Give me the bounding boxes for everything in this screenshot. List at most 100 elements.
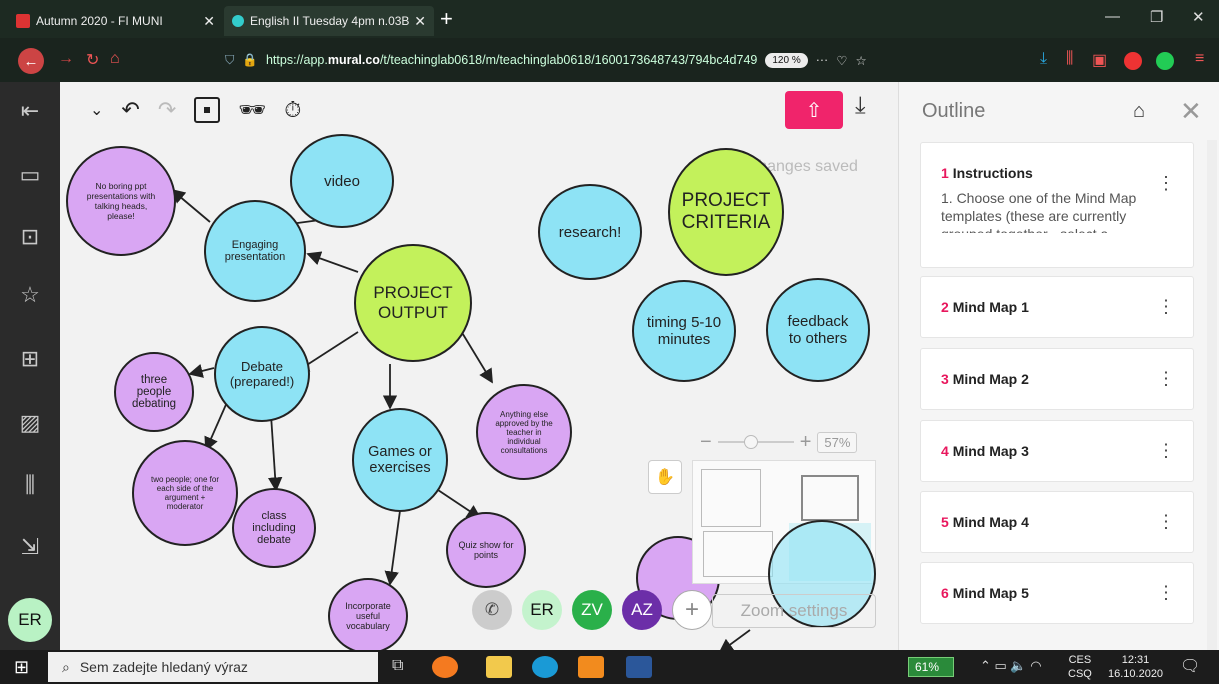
edge-icon[interactable] <box>532 656 558 678</box>
zoom-in-icon[interactable]: + <box>800 431 812 454</box>
page-actions-menu-icon[interactable]: ··· <box>816 53 829 67</box>
outline-toggle-icon[interactable] <box>194 97 221 123</box>
undo-icon[interactable]: ↶ <box>121 97 139 123</box>
minimize-icon[interactable]: — <box>1105 8 1120 25</box>
tab-english-ii[interactable]: English II Tuesday 4pm n.03B ✕ <box>224 6 434 36</box>
outline-item-number: 1 <box>941 165 949 181</box>
word-icon[interactable] <box>626 656 652 678</box>
node-class-debate[interactable]: class including debate <box>232 488 316 568</box>
kebab-menu-icon[interactable]: ⋮ <box>1157 441 1175 462</box>
address-bar[interactable]: ⛉ 🔒 https://app.mural.co/t/teachinglab06… <box>225 46 905 74</box>
close-window-icon[interactable]: ✕ <box>1192 8 1205 26</box>
collaborator-avatar[interactable]: ZV <box>572 590 612 630</box>
node-feedback[interactable]: feedback to others <box>766 278 870 382</box>
close-tab-icon[interactable]: ✕ <box>414 13 426 30</box>
node-timing[interactable]: timing 5-10 minutes <box>632 280 736 382</box>
clock[interactable]: 12:31 16.10.2020 <box>1108 653 1163 681</box>
node-games-exercises[interactable]: Games or exercises <box>352 408 448 512</box>
outline-item[interactable]: 5 Mind Map 4 ⋮ <box>920 491 1194 553</box>
kebab-menu-icon[interactable]: ⋮ <box>1157 369 1175 390</box>
home-icon[interactable]: ⌂ <box>110 50 120 68</box>
zoom-slider[interactable] <box>717 435 794 449</box>
zoom-out-icon[interactable]: − <box>700 431 712 454</box>
outline-scrollbar[interactable] <box>1207 140 1217 650</box>
reload-icon[interactable]: ↻ <box>86 50 99 70</box>
kebab-menu-icon[interactable]: ⋮ <box>1157 583 1175 604</box>
kebab-menu-icon[interactable]: ⋮ <box>1157 297 1175 318</box>
extension-icon[interactable] <box>1124 52 1142 70</box>
node-two-people[interactable]: two people; one for each side of the arg… <box>132 440 238 546</box>
node-debate[interactable]: Debate (prepared!) <box>214 326 310 422</box>
outline-item[interactable]: 6 Mind Map 5 ⋮ <box>920 562 1194 624</box>
export-icon[interactable]: ⤓ <box>855 92 866 120</box>
lock-icon: 🔒 <box>242 52 258 67</box>
restore-icon[interactable]: ❐ <box>1150 8 1163 26</box>
notifications-icon[interactable]: 🗨 <box>1180 656 1200 676</box>
phone-icon[interactable]: ✆ <box>472 590 512 630</box>
system-tray-icons[interactable]: ⌃ ▭ 🔈 ◠ <box>980 658 1042 674</box>
node-three-people[interactable]: three people debating <box>114 352 194 432</box>
node-engaging-presentation[interactable]: Engaging presentation <box>204 200 306 302</box>
outline-item[interactable]: 2 Mind Map 1 ⋮ <box>920 276 1194 338</box>
sidebar-toggle-icon[interactable]: ▣ <box>1092 50 1107 70</box>
hand-pan-icon[interactable]: ✋ <box>648 460 682 494</box>
hamburger-menu-icon[interactable]: ≡ <box>1195 50 1204 68</box>
tab-autumn-2020[interactable]: Autumn 2020 - FI MUNI ✕ <box>8 6 223 36</box>
zoom-settings-button[interactable]: Zoom settings <box>712 594 876 628</box>
language-indicator[interactable]: CES CSQ <box>1068 653 1092 681</box>
import-icon[interactable]: ⇲ <box>15 532 45 562</box>
timer-icon[interactable]: ⏱ <box>284 97 301 123</box>
frame-icon[interactable]: ⊞ <box>15 344 45 374</box>
battery-indicator[interactable]: 61% <box>908 657 954 677</box>
download-icon[interactable]: ⤓ <box>1040 50 1047 68</box>
kebab-menu-icon[interactable]: ⋮ <box>1157 173 1175 194</box>
invite-plus-icon[interactable]: + <box>672 590 712 630</box>
node-useful-vocabulary[interactable]: Incorporate useful vocabulary <box>328 578 408 654</box>
kebab-menu-icon[interactable]: ⋮ <box>1157 512 1175 533</box>
forward-icon[interactable]: → <box>58 50 74 68</box>
exit-icon[interactable]: ⇤ <box>15 96 45 126</box>
zoom-level-badge[interactable]: 120 % <box>765 52 808 68</box>
node-quiz-show[interactable]: Quiz show for points <box>446 512 526 588</box>
library-icon[interactable]: ⫼ <box>1066 50 1073 68</box>
firefox-icon[interactable] <box>432 656 458 678</box>
close-icon[interactable]: ✕ <box>1180 96 1202 127</box>
avatar[interactable]: ER <box>8 598 52 642</box>
image-icon[interactable]: ▨ <box>15 408 45 438</box>
node-research[interactable]: research! <box>538 184 642 280</box>
file-explorer-icon[interactable] <box>486 656 512 678</box>
outline-item[interactable]: 4 Mind Map 3 ⋮ <box>920 420 1194 482</box>
avast-icon[interactable] <box>578 656 604 678</box>
star-icon[interactable]: ☆ <box>15 280 45 310</box>
private-mode-icon[interactable]: 🕶 <box>238 97 266 123</box>
outline-item-title: Mind Map 1 <box>952 299 1029 315</box>
task-view-icon[interactable]: ⧉ <box>392 657 403 675</box>
node-no-boring-ppt[interactable]: No boring ppt presentations with talking… <box>66 146 176 256</box>
new-tab-button[interactable]: + <box>440 6 453 32</box>
back-icon[interactable]: ← <box>18 48 44 74</box>
sticky-note-icon[interactable]: ▭ <box>15 160 45 190</box>
chevron-down-icon[interactable]: ⌄ <box>90 100 103 120</box>
bookmark-star-icon[interactable]: ☆ <box>855 53 866 68</box>
outline-item-number: 5 <box>941 514 949 530</box>
collaborator-avatar[interactable]: AZ <box>622 590 662 630</box>
redo-icon[interactable]: ↷ <box>158 97 176 123</box>
library-templates-icon[interactable]: ⫼ <box>15 470 45 500</box>
outline-item-title: Instructions <box>952 165 1033 181</box>
collaborator-avatar[interactable]: ER <box>522 590 562 630</box>
present-icon[interactable]: ⌂ <box>1133 100 1145 123</box>
taskbar-search-input[interactable]: ⌕ Sem zadejte hledaný výraz <box>48 652 378 682</box>
node-project-criteria[interactable]: PROJECT CRITERIA <box>668 148 784 276</box>
pocket-icon[interactable]: ♡ <box>836 53 847 68</box>
node-video[interactable]: video <box>290 134 394 228</box>
outline-item[interactable]: 3 Mind Map 2 ⋮ <box>920 348 1194 410</box>
zoom-value[interactable]: 57% <box>817 431 858 453</box>
share-button[interactable]: ⇧ <box>785 91 843 129</box>
node-anything-else[interactable]: Anything else approved by the teacher in… <box>476 384 572 480</box>
outline-item[interactable]: 1 Instructions 1. Choose one of the Mind… <box>920 142 1194 268</box>
close-tab-icon[interactable]: ✕ <box>203 13 215 30</box>
grammarly-icon[interactable] <box>1156 52 1174 70</box>
text-icon[interactable]: ⊡ <box>15 222 45 252</box>
windows-start-icon[interactable]: ⊞ <box>14 657 29 678</box>
node-project-output[interactable]: PROJECT OUTPUT <box>354 244 472 362</box>
